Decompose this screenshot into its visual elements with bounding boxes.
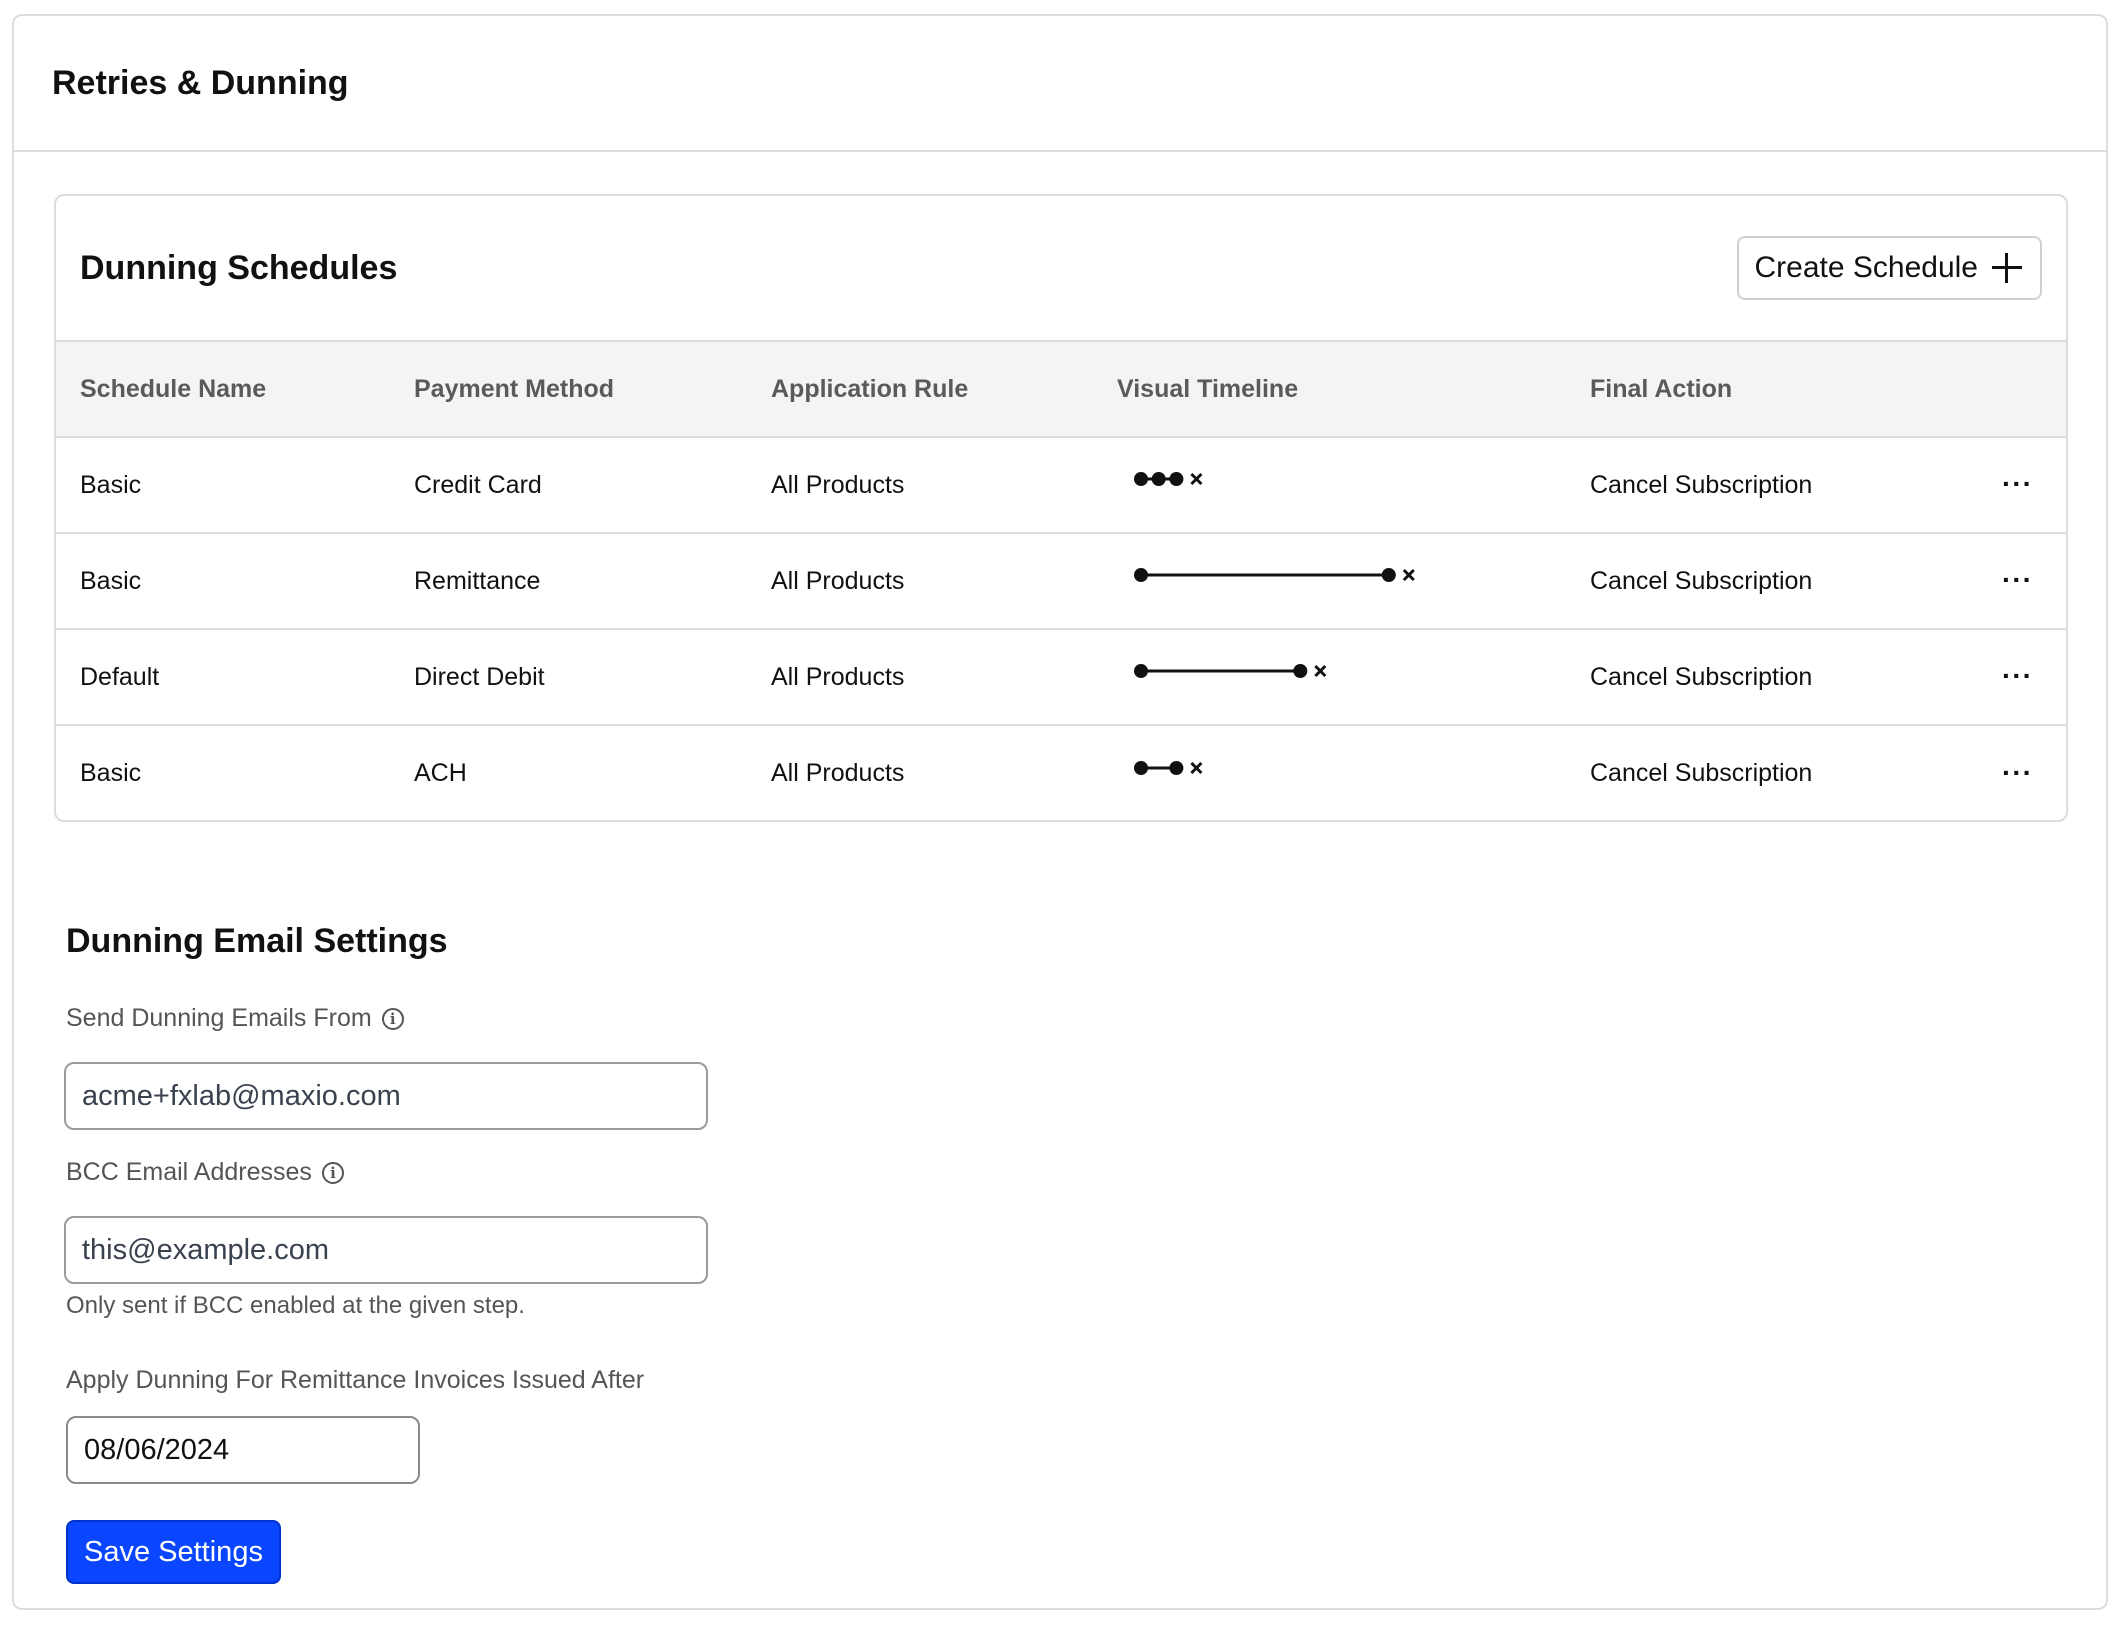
timeline-retry-dot bbox=[1151, 472, 1166, 486]
timeline-retry-dot bbox=[1169, 760, 1184, 775]
cell-application-rule: All Products bbox=[771, 566, 905, 595]
bcc-label-text: BCC Email Addresses bbox=[66, 1158, 312, 1186]
cell-final-action: Cancel Subscription bbox=[1590, 662, 1813, 691]
send-from-email-input[interactable] bbox=[64, 1062, 708, 1130]
row-more-actions-button[interactable]: ··· bbox=[2002, 758, 2033, 787]
page-title: Retries & Dunning bbox=[52, 63, 349, 102]
timeline-retry-dot bbox=[1134, 760, 1148, 775]
timeline-graphic bbox=[1134, 568, 1415, 582]
plus-icon bbox=[1992, 253, 2022, 283]
table-row[interactable]: Basic ACH All Products Cancel Subscripti… bbox=[56, 725, 2066, 820]
cell-application-rule: All Products bbox=[771, 662, 905, 691]
cell-schedule-name: Basic bbox=[80, 759, 142, 787]
cell-visual-timeline bbox=[1117, 533, 1590, 629]
column-header-actions bbox=[1980, 341, 2066, 437]
card-header: Dunning Schedules Create Schedule bbox=[56, 196, 2066, 340]
column-header-payment-method[interactable]: Payment Method bbox=[414, 341, 771, 437]
table-row[interactable]: Basic Credit Card All Products Cancel Su… bbox=[56, 437, 2066, 533]
cell-final-action: Cancel Subscription bbox=[1590, 759, 1813, 787]
timeline-retry-dot bbox=[1134, 472, 1148, 486]
cell-visual-timeline bbox=[1117, 437, 1590, 533]
dunning-schedules-card: Dunning Schedules Create Schedule Schedu… bbox=[54, 194, 2068, 822]
email-settings-title: Dunning Email Settings bbox=[66, 922, 448, 960]
save-settings-button[interactable]: Save Settings bbox=[66, 1520, 281, 1584]
timeline-cancel-x-icon bbox=[1190, 472, 1203, 486]
send-from-label: Send Dunning Emails From i bbox=[66, 1004, 404, 1033]
timeline-retry-dot bbox=[1169, 472, 1184, 486]
table-row[interactable]: Basic Remittance All Products Cancel Sub… bbox=[56, 533, 2066, 629]
create-schedule-button[interactable]: Create Schedule bbox=[1736, 236, 2042, 300]
info-icon[interactable]: i bbox=[321, 1161, 344, 1184]
apply-after-date-input[interactable] bbox=[66, 1416, 420, 1484]
cell-payment-method: ACH bbox=[414, 759, 467, 787]
info-icon[interactable]: i bbox=[381, 1007, 404, 1030]
cell-payment-method: Credit Card bbox=[414, 470, 542, 499]
timeline-retry-dot bbox=[1134, 568, 1148, 582]
row-more-actions-button[interactable]: ··· bbox=[2002, 470, 2033, 498]
create-schedule-label: Create Schedule bbox=[1754, 251, 1978, 284]
page-header: Retries & Dunning bbox=[14, 16, 2106, 152]
cell-final-action: Cancel Subscription bbox=[1590, 566, 1813, 595]
cell-final-action: Cancel Subscription bbox=[1590, 470, 1813, 499]
column-header-visual-timeline: Visual Timeline bbox=[1117, 374, 1299, 403]
cell-payment-method: Direct Debit bbox=[414, 662, 545, 691]
bcc-label: BCC Email Addresses i bbox=[66, 1158, 344, 1187]
timeline-cancel-x-icon bbox=[1190, 761, 1203, 774]
cell-schedule-name: Basic bbox=[80, 470, 142, 499]
timeline-graphic bbox=[1134, 760, 1203, 775]
column-header-application-rule[interactable]: Application Rule bbox=[771, 341, 1117, 437]
cell-schedule-name: Default bbox=[80, 662, 160, 691]
timeline-retry-dot bbox=[1381, 568, 1396, 582]
send-from-label-text: Send Dunning Emails From bbox=[66, 1004, 372, 1032]
bcc-email-input[interactable] bbox=[64, 1216, 708, 1284]
table-row[interactable]: Default Direct Debit All Products Cancel… bbox=[56, 629, 2066, 725]
row-more-actions-button[interactable]: ··· bbox=[2002, 566, 2033, 594]
dunning-schedules-title: Dunning Schedules bbox=[80, 248, 398, 287]
timeline-retry-dot bbox=[1134, 664, 1148, 678]
bcc-helper-text: Only sent if BCC enabled at the given st… bbox=[66, 1292, 525, 1319]
column-header-final-action[interactable]: Final Action bbox=[1590, 341, 1980, 437]
cell-schedule-name: Basic bbox=[80, 566, 142, 595]
timeline-graphic bbox=[1134, 664, 1327, 678]
row-more-actions-button[interactable]: ··· bbox=[2002, 662, 2033, 690]
retries-dunning-page: Retries & Dunning Dunning Schedules Crea… bbox=[12, 14, 2108, 1610]
schedules-table: Schedule Name Payment Method Application… bbox=[56, 340, 2066, 820]
timeline-graphic bbox=[1134, 472, 1203, 486]
apply-after-label: Apply Dunning For Remittance Invoices Is… bbox=[66, 1366, 644, 1395]
cell-application-rule: All Products bbox=[771, 470, 905, 499]
timeline-cancel-x-icon bbox=[1402, 568, 1415, 582]
column-header-schedule-name[interactable]: Schedule Name bbox=[56, 341, 414, 437]
timeline-retry-dot bbox=[1293, 664, 1308, 678]
timeline-cancel-x-icon bbox=[1314, 664, 1327, 678]
cell-application-rule: All Products bbox=[771, 759, 905, 787]
apply-after-label-text: Apply Dunning For Remittance Invoices Is… bbox=[66, 1366, 645, 1394]
cell-visual-timeline bbox=[1117, 725, 1590, 820]
cell-payment-method: Remittance bbox=[414, 566, 541, 595]
table-header-row: Schedule Name Payment Method Application… bbox=[56, 341, 2066, 437]
cell-visual-timeline bbox=[1117, 629, 1590, 725]
